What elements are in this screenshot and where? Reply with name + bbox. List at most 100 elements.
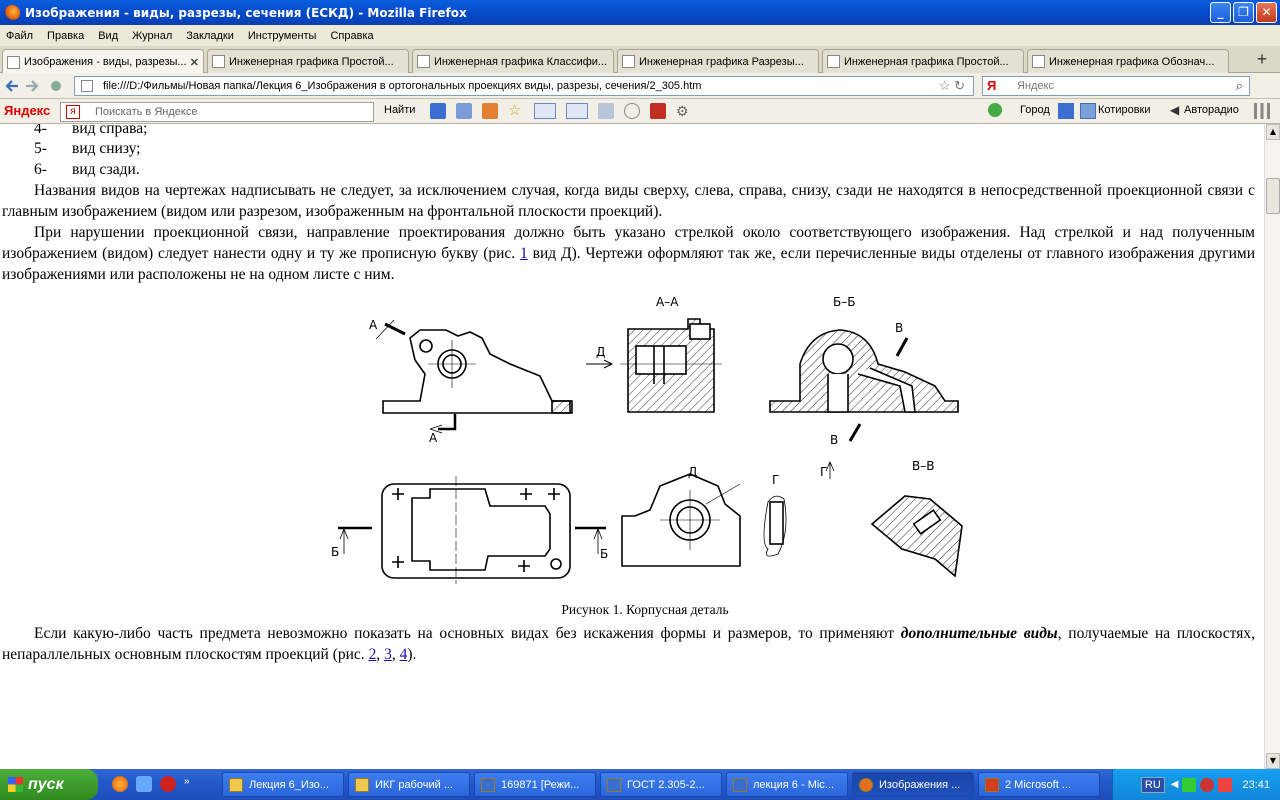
gear-icon[interactable]: ⚙ — [676, 103, 692, 119]
label-b-left: Б — [331, 545, 339, 559]
new-tab-button[interactable]: + — [1248, 49, 1276, 71]
speaker-icon: ◀ — [1170, 103, 1180, 117]
tab-label: Инженерная графика Обознач... — [1049, 55, 1215, 68]
figure-link[interactable]: 3 — [384, 646, 392, 663]
url-text: file:///D:/Фильмы/Новая папка/Лекция 6_И… — [103, 80, 702, 92]
tab[interactable]: Инженерная графика Простой... — [207, 49, 409, 73]
menu-view[interactable]: Вид — [98, 30, 118, 42]
yandex-small-icon: я — [66, 105, 80, 119]
chat-icon[interactable] — [624, 103, 640, 119]
tab[interactable]: Инженерная графика Разрезы... — [617, 49, 819, 73]
radio-button[interactable]: Авторадио — [1184, 104, 1239, 116]
forward-icon[interactable] — [26, 80, 39, 92]
scroll-down-icon[interactable]: ▼ — [1266, 753, 1280, 769]
menu-edit[interactable]: Правка — [47, 30, 84, 42]
menu-tools[interactable]: Инструменты — [248, 30, 317, 42]
menu-history[interactable]: Журнал — [132, 30, 172, 42]
clock: 23:41 — [1242, 778, 1270, 791]
page-icon — [827, 55, 840, 68]
antivirus-icon[interactable] — [1200, 777, 1215, 792]
yandex-logo[interactable]: Яндекс — [4, 103, 50, 118]
minimize-button[interactable]: _ — [1210, 2, 1231, 23]
url-bar[interactable]: file:///D:/Фильмы/Новая папка/Лекция 6_И… — [74, 76, 974, 96]
back-icon[interactable] — [5, 80, 18, 92]
city-button[interactable]: Город — [1020, 104, 1050, 116]
flag-icon — [1058, 103, 1074, 119]
menu-help[interactable]: Справка — [330, 30, 373, 42]
page-icon — [212, 55, 225, 68]
label-v-top: В — [895, 321, 903, 335]
menu-bar: Файл Правка Вид Журнал Закладки Инструме… — [0, 25, 1280, 46]
network-tray-icon[interactable] — [1182, 777, 1197, 792]
tab-label: Изображения - виды, разрезы... — [24, 56, 186, 68]
search-placeholder: Яндекс — [1017, 80, 1054, 92]
firefox-icon[interactable] — [112, 776, 128, 792]
language-indicator[interactable]: RU — [1140, 776, 1165, 793]
paragraph-3: Если какую-либо часть предмета невозможн… — [2, 625, 1255, 663]
spellcheck-icon[interactable] — [534, 103, 556, 119]
taskbar-item-active[interactable]: Изображения ... — [852, 772, 974, 797]
start-button[interactable]: пуск — [0, 769, 98, 800]
powerpoint-icon — [985, 777, 999, 792]
speaker-icon[interactable]: ◀ — [1171, 779, 1179, 790]
page-tools-icon[interactable] — [598, 103, 614, 119]
tab-label: Инженерная графика Разрезы... — [639, 55, 804, 68]
figure-link[interactable]: 2 — [369, 646, 377, 663]
start-label: пуск — [28, 775, 64, 793]
taskbar-item[interactable]: ГОСТ 2.305-2... — [600, 772, 722, 797]
label-a-top: А — [369, 318, 378, 332]
folder-icon — [355, 777, 369, 792]
opera-icon[interactable] — [160, 776, 176, 792]
tab-active[interactable]: Изображения - виды, разрезы... ✕ — [2, 49, 204, 74]
bookmark-star-icon[interactable]: ☆ ↻ — [939, 78, 965, 94]
scroll-up-icon[interactable]: ▲ — [1266, 124, 1280, 140]
tab[interactable]: Инженерная графика Классифи... — [412, 49, 614, 73]
tab-bar: Изображения - виды, разрезы... ✕ Инженер… — [0, 46, 1280, 74]
yandex-icon: Я — [987, 78, 997, 93]
search-bar[interactable]: Я Яндекс ⌕ — [982, 76, 1250, 96]
quotes-button[interactable]: Котировки — [1098, 104, 1151, 116]
navigation-bar: file:///D:/Фильмы/Новая папка/Лекция 6_И… — [0, 73, 1280, 99]
firefox-icon — [859, 777, 873, 792]
maximize-button[interactable]: ❐ — [1233, 2, 1254, 23]
yandex-search-input[interactable]: я Поискать в Яндексе — [60, 102, 374, 122]
bookmark-icon[interactable] — [430, 103, 446, 119]
vertical-scrollbar[interactable]: ▲ ▼ — [1264, 124, 1280, 769]
translate-icon[interactable] — [566, 103, 588, 119]
find-button[interactable]: Найти — [384, 104, 415, 116]
taskbar-item[interactable]: ИКГ рабочий ... — [348, 772, 470, 797]
yandex-toolbar: Яндекс я Поискать в Яндексе Найти ☆ ⚙ Го… — [0, 99, 1280, 124]
taskbar-item[interactable]: 2 Microsoft ... — [978, 772, 1100, 797]
tab-close-icon[interactable]: ✕ — [190, 56, 199, 69]
taskbar-item[interactable]: Лекция 6_Изо... — [222, 772, 344, 797]
tab-label: Инженерная графика Простой... — [844, 55, 1009, 68]
tray-app-icon[interactable] — [1218, 777, 1233, 792]
search-icon[interactable]: ⌕ — [1236, 78, 1243, 94]
money-icon[interactable] — [482, 103, 498, 119]
taskbar-item[interactable]: лекция 6 - Mic... — [726, 772, 848, 797]
mail-icon[interactable] — [456, 103, 472, 119]
tab[interactable]: Инженерная графика Обознач... — [1027, 49, 1229, 73]
more-icon[interactable]: » — [184, 776, 194, 792]
window-title: Изображения - виды, разрезы, сечения (ЕС… — [25, 5, 467, 20]
label-g: Г — [772, 473, 779, 487]
label-b-right: Б — [600, 547, 608, 561]
tab[interactable]: Инженерная графика Простой... — [822, 49, 1024, 73]
label-aa: А–А — [656, 295, 679, 309]
taskbar-item[interactable]: 169871 [Режи... — [474, 772, 596, 797]
page-icon — [81, 80, 93, 92]
page-icon — [417, 55, 430, 68]
label-vv: В–В — [912, 459, 934, 473]
network-icon[interactable] — [136, 776, 152, 792]
scroll-thumb[interactable] — [1266, 178, 1280, 214]
book-icon[interactable] — [650, 103, 666, 119]
history-icon[interactable] — [51, 81, 61, 91]
menu-bookmarks[interactable]: Закладки — [186, 30, 234, 42]
word-icon — [733, 777, 747, 792]
star-icon[interactable]: ☆ — [508, 103, 524, 119]
close-button[interactable]: ✕ — [1256, 2, 1277, 23]
nav-buttons — [5, 80, 61, 92]
word-icon — [607, 777, 621, 792]
toolbar-icons: ☆ ⚙ — [430, 103, 692, 119]
menu-file[interactable]: Файл — [6, 30, 33, 42]
